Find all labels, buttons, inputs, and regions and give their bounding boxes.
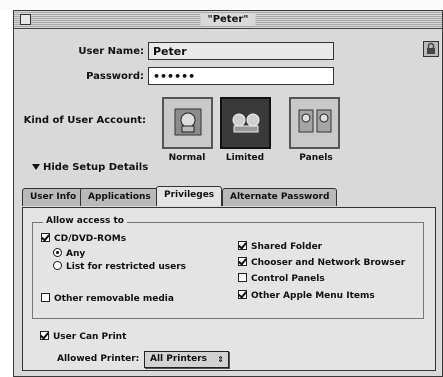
- normal-kind-button[interactable]: [162, 97, 213, 149]
- allowed-printer-value: All Printers: [150, 354, 207, 364]
- any-label: Any: [66, 249, 86, 259]
- tab-applications[interactable]: Applications: [80, 188, 159, 206]
- tab-user-info[interactable]: User Info: [22, 188, 85, 206]
- shared-folder-checkbox[interactable]: [238, 241, 247, 250]
- popup-arrows-icon: ⇕: [217, 355, 224, 364]
- normal-kind-label: Normal: [168, 153, 206, 163]
- can-print-label: User Can Print: [53, 332, 127, 342]
- allow-access-group: Allow access to CD/DVD-ROMs Any List for…: [32, 216, 424, 319]
- password-label: Password:: [86, 71, 144, 82]
- allow-access-title: Allow access to: [43, 216, 127, 226]
- shared-folder-option[interactable]: Shared Folder: [238, 241, 322, 253]
- chooser-checkbox[interactable]: [238, 257, 247, 266]
- window-title: "Peter": [200, 13, 256, 26]
- panels-kind-label: Panels: [299, 153, 333, 163]
- limited-kind-label: Limited: [225, 153, 265, 163]
- panels-kind-button[interactable]: [289, 97, 340, 149]
- shared-folder-label: Shared Folder: [251, 242, 323, 252]
- apple-menu-label: Other Apple Menu Items: [251, 291, 375, 301]
- setup-details-disclosure[interactable]: Hide Setup Details: [32, 162, 148, 173]
- disclosure-label: Hide Setup Details: [43, 162, 149, 173]
- removable-media-option[interactable]: Other removable media: [41, 293, 174, 305]
- can-print-checkbox[interactable]: [40, 331, 49, 340]
- close-box[interactable]: [20, 14, 31, 25]
- removable-media-label: Other removable media: [54, 294, 174, 304]
- apple-menu-checkbox[interactable]: [238, 290, 247, 299]
- users-window: "Peter" User Name: Peter Password: •••••…: [13, 10, 443, 377]
- cd-dvd-checkbox[interactable]: [41, 233, 50, 242]
- user-name-field[interactable]: Peter: [148, 42, 334, 60]
- limited-user-icon: [232, 113, 259, 133]
- apple-menu-option[interactable]: Other Apple Menu Items: [238, 290, 375, 302]
- account-kind-label: Kind of User Account:: [23, 115, 146, 126]
- tab-privileges[interactable]: Privileges: [156, 186, 223, 206]
- cd-dvd-option[interactable]: CD/DVD-ROMs: [41, 233, 126, 245]
- chooser-label: Chooser and Network Browser: [251, 258, 406, 268]
- chooser-option[interactable]: Chooser and Network Browser: [238, 257, 405, 269]
- can-print-option[interactable]: User Can Print: [40, 331, 126, 343]
- disclosure-triangle-icon[interactable]: [32, 164, 40, 170]
- privileges-panel: Allow access to CD/DVD-ROMs Any List for…: [22, 207, 436, 371]
- cd-dvd-label: CD/DVD-ROMs: [54, 234, 127, 244]
- allowed-printer-popup[interactable]: All Printers ⇕: [144, 351, 229, 368]
- normal-user-icon: [174, 108, 201, 136]
- control-panels-label: Control Panels: [251, 274, 325, 284]
- limited-kind-button[interactable]: [220, 97, 271, 149]
- user-name-label: User Name:: [78, 46, 144, 57]
- list-restricted-label: List for restricted users: [66, 262, 186, 272]
- any-option[interactable]: Any: [53, 248, 85, 260]
- tab-alternate-password[interactable]: Alternate Password: [222, 188, 338, 206]
- title-bar[interactable]: "Peter": [14, 11, 442, 29]
- any-radio[interactable]: [53, 248, 62, 257]
- allowed-printer-label: Allowed Printer:: [57, 354, 140, 364]
- lock-icon[interactable]: [423, 41, 439, 57]
- list-restricted-option[interactable]: List for restricted users: [53, 261, 186, 273]
- password-field[interactable]: ••••••: [148, 67, 334, 85]
- control-panels-checkbox[interactable]: [238, 273, 247, 282]
- panels-user-icon: [298, 109, 331, 133]
- control-panels-option[interactable]: Control Panels: [238, 273, 325, 285]
- removable-media-checkbox[interactable]: [41, 293, 50, 302]
- list-restricted-radio[interactable]: [53, 261, 62, 270]
- photo-edge: [0, 0, 443, 10]
